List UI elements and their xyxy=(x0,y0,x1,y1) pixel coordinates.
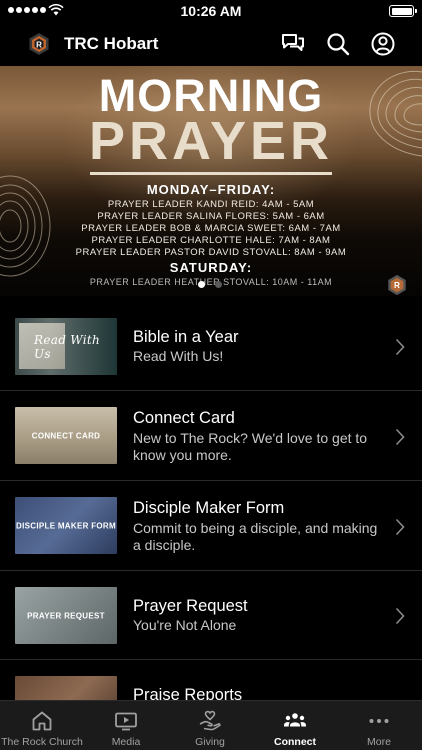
search-icon[interactable] xyxy=(325,31,351,57)
app-header: R TRC Hobart xyxy=(0,22,422,66)
thumbnail-label: CONNECT CARD xyxy=(31,431,101,440)
weekday-schedule-line: PRAYER LEADER KANDI REID: 4AM - 5AM xyxy=(107,199,315,210)
weekday-schedule-line: PRAYER LEADER CHARLOTTE HALE: 7AM - 8AM xyxy=(91,235,331,246)
page-dot-active[interactable] xyxy=(198,281,205,288)
tab-more[interactable]: More xyxy=(337,701,421,750)
morning-prayer-banner[interactable]: MORNING PRAYER MONDAY–FRIDAY: PRAYER LEA… xyxy=(0,66,422,296)
item-subtitle: You're Not Alone xyxy=(133,617,237,633)
item-subtitle: Read With Us! xyxy=(133,348,224,364)
svg-text:R: R xyxy=(394,281,400,290)
item-title: Bible in a Year xyxy=(133,328,239,346)
list-item-bible-in-a-year[interactable]: Read With Us Bible in a Year Read With U… xyxy=(0,302,422,391)
tab-media[interactable]: Media xyxy=(84,701,168,750)
thumbnail-label: PRAYER REQUEST xyxy=(27,611,105,620)
chevron-right-icon xyxy=(395,428,405,446)
chevron-right-icon xyxy=(395,607,405,625)
chevron-right-icon xyxy=(395,518,405,536)
list-item-prayer-request[interactable]: PRAYER REQUEST Prayer Request You're Not… xyxy=(0,571,422,660)
saturday-heading: SATURDAY: xyxy=(169,260,253,275)
status-bar: 10:26 AM xyxy=(0,0,422,22)
weekday-heading: MONDAY–FRIDAY: xyxy=(146,182,276,197)
tab-connect[interactable]: Connect xyxy=(253,701,337,750)
item-subtitle: New to The Rock? We'd love to get to kno… xyxy=(133,430,368,463)
list-item-disciple-maker-form[interactable]: DISCIPLE MAKER FORM Disciple Maker Form … xyxy=(0,481,422,571)
tab-the-rock-church[interactable]: The Rock Church xyxy=(0,701,84,750)
banner-church-logo-icon: R xyxy=(388,274,406,296)
media-icon xyxy=(115,712,137,731)
tab-giving[interactable]: Giving xyxy=(168,701,252,750)
item-title: Prayer Request xyxy=(133,597,248,615)
church-logo-icon[interactable]: R xyxy=(27,32,51,56)
status-time: 10:26 AM xyxy=(180,3,242,19)
weekday-schedule-line: PRAYER LEADER BOB & MARCIA SWEET: 6AM - … xyxy=(81,223,341,234)
disciple-maker-form-thumbnail: DISCIPLE MAKER FORM xyxy=(15,497,117,554)
weekday-schedule-line: PRAYER LEADER SALINA FLORES: 5AM - 6AM xyxy=(97,211,325,222)
chat-icon[interactable] xyxy=(280,31,306,57)
more-icon xyxy=(369,719,389,723)
connect-icon xyxy=(284,713,306,727)
item-subtitle: Commit to being a disciple, and making a… xyxy=(133,520,378,553)
banner-divider xyxy=(90,172,332,175)
banner-page-indicator[interactable] xyxy=(198,281,222,288)
page-dot[interactable] xyxy=(215,281,222,288)
bible-in-a-year-thumbnail: Read With Us xyxy=(15,318,117,375)
item-title: Connect Card xyxy=(133,409,235,427)
item-title: Disciple Maker Form xyxy=(133,499,285,517)
banner-title-prayer: PRAYER xyxy=(88,111,334,171)
tab-label: More xyxy=(367,736,391,748)
home-icon xyxy=(32,711,52,731)
weekday-schedule-line: PRAYER LEADER PASTOR DAVID STOVALL: 8AM … xyxy=(75,247,347,258)
connect-card-thumbnail: CONNECT CARD xyxy=(15,407,117,464)
bottom-tab-bar: The Rock Church Media Giving Connect Mor… xyxy=(0,700,422,750)
chevron-right-icon xyxy=(395,338,405,356)
account-icon[interactable] xyxy=(370,31,396,57)
list-item-connect-card[interactable]: CONNECT CARD Connect Card New to The Roc… xyxy=(0,391,422,481)
giving-icon xyxy=(199,710,221,731)
app-title: TRC Hobart xyxy=(64,34,159,53)
svg-text:R: R xyxy=(36,40,42,49)
prayer-request-thumbnail: PRAYER REQUEST xyxy=(15,587,117,644)
battery-icon xyxy=(389,5,417,17)
thumbnail-label: Read With Us xyxy=(34,332,100,361)
thumbnail-label: DISCIPLE MAKER FORM xyxy=(16,521,116,530)
